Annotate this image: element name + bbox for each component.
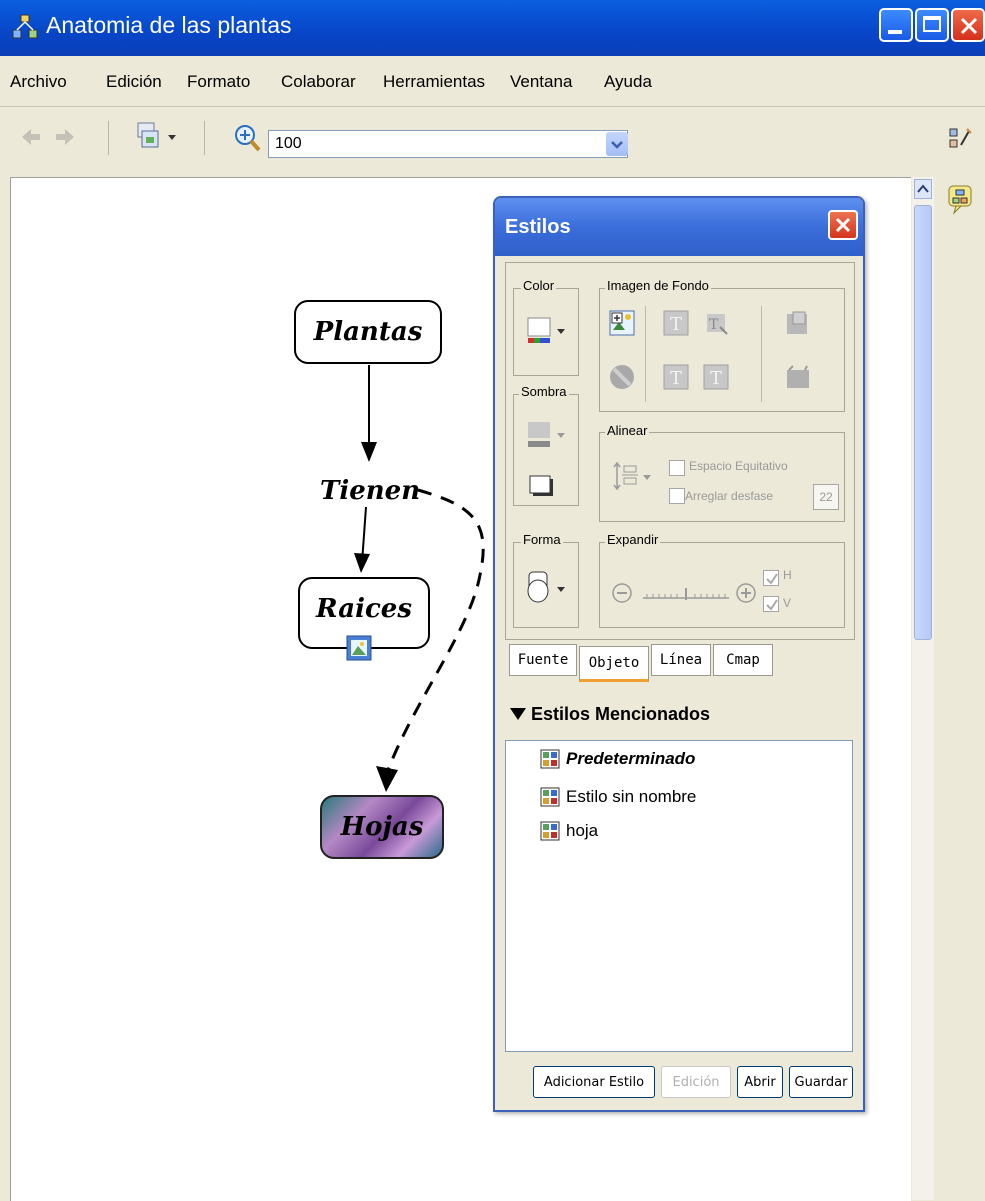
- imagen-fondo-label: Imagen de Fondo: [605, 278, 711, 293]
- save-style-button[interactable]: Guardar: [789, 1066, 853, 1098]
- style-sheet-icon: [540, 787, 560, 807]
- open-style-button[interactable]: Abrir: [737, 1066, 783, 1098]
- list-item-estilo-sin-nombre[interactable]: Estilo sin nombre: [540, 787, 696, 807]
- node-hojas-label: Hojas: [340, 812, 424, 842]
- image-tile-icon[interactable]: T: [703, 310, 729, 336]
- expandir-group-label: Expandir: [605, 532, 661, 547]
- grow-icon[interactable]: [735, 582, 757, 604]
- node-plantas-label: Plantas: [313, 317, 423, 347]
- scroll-up-button[interactable]: [914, 179, 932, 199]
- tab-objeto[interactable]: Objeto: [579, 646, 649, 682]
- estilos-close-button[interactable]: [828, 210, 858, 240]
- forma-group-label: Forma: [521, 532, 563, 547]
- expand-v-label: V: [783, 596, 792, 610]
- remove-background-image-icon[interactable]: [609, 364, 635, 390]
- side-panel-strip: [935, 177, 985, 1200]
- expand-v-checkbox[interactable]: [763, 596, 779, 612]
- vertical-scrollbar[interactable]: [912, 177, 934, 1200]
- expand-slider[interactable]: [641, 586, 731, 602]
- estilos-title: Estilos: [505, 216, 571, 238]
- expand-h-checkbox[interactable]: [763, 570, 779, 586]
- discussion-thread-icon[interactable]: [948, 185, 972, 215]
- tab-linea[interactable]: Línea: [651, 644, 711, 676]
- shrink-icon[interactable]: [611, 582, 633, 604]
- align-options-icon[interactable]: [613, 460, 659, 494]
- image-scale-icon[interactable]: [785, 364, 811, 390]
- node-raices-label: Raices: [316, 594, 412, 624]
- expand-h-label: H: [783, 568, 792, 582]
- estilos-titlebar: Estilos: [495, 198, 863, 256]
- image-options-divider: [761, 306, 762, 402]
- tab-cmap[interactable]: Cmap: [713, 644, 773, 676]
- image-stretch-icon[interactable]: T: [663, 310, 689, 336]
- add-background-image-icon[interactable]: [609, 310, 635, 336]
- fill-color-picker-icon[interactable]: [527, 316, 571, 346]
- list-item-hoja[interactable]: hoja: [540, 821, 598, 841]
- espacio-equitativo-checkbox[interactable]: [669, 460, 685, 476]
- scroll-thumb[interactable]: [914, 205, 932, 640]
- image-fit-icon[interactable]: T: [703, 364, 729, 390]
- resource-image-icon[interactable]: [346, 635, 372, 661]
- arreglar-desfase-checkbox[interactable]: [669, 488, 685, 504]
- tab-fuente[interactable]: Fuente: [509, 644, 577, 676]
- collapse-triangle-icon[interactable]: [509, 706, 527, 722]
- image-options-divider: [645, 306, 646, 402]
- svg-text:T: T: [709, 317, 719, 333]
- add-style-button[interactable]: Adicionar Estilo: [533, 1066, 655, 1098]
- image-position-icon[interactable]: [785, 310, 811, 336]
- styles-section-title: Estilos Mencionados: [531, 704, 711, 724]
- shadow-color-picker-icon[interactable]: [527, 420, 571, 450]
- shape-picker-icon[interactable]: [525, 570, 575, 606]
- style-sheet-icon: [540, 749, 560, 769]
- sombra-group-label: Sombra: [519, 384, 569, 399]
- svg-text:T: T: [710, 368, 722, 389]
- list-item-predeterminado[interactable]: Predeterminado: [540, 749, 695, 769]
- svg-text:T: T: [670, 368, 682, 389]
- style-sheet-icon: [540, 821, 560, 841]
- image-center-icon[interactable]: T: [663, 364, 689, 390]
- alinear-group-label: Alinear: [605, 423, 650, 438]
- imagen-fondo-group: [599, 288, 845, 412]
- styles-list: Predeterminado Estilo sin nombre hoja: [505, 740, 853, 1052]
- espacio-equitativo-label: Espacio Equitativo: [689, 459, 788, 473]
- edit-style-button[interactable]: Edición: [661, 1066, 731, 1098]
- estilos-dialog: Estilos Color Imagen de Fondo T T T T So…: [493, 196, 865, 1112]
- chevron-up-icon: [917, 184, 929, 193]
- node-hojas[interactable]: Hojas: [320, 795, 444, 859]
- color-group-label: Color: [521, 278, 557, 293]
- node-plantas[interactable]: Plantas: [294, 300, 442, 364]
- linking-phrase-tienen[interactable]: Tienen: [320, 476, 420, 506]
- close-icon: [835, 217, 851, 233]
- shadow-toggle-icon[interactable]: [529, 474, 555, 498]
- expandir-group: [599, 542, 845, 628]
- desfase-value-field[interactable]: 22: [813, 484, 839, 510]
- arreglar-desfase-label: Arreglar desfase: [685, 489, 774, 503]
- svg-text:T: T: [670, 314, 682, 335]
